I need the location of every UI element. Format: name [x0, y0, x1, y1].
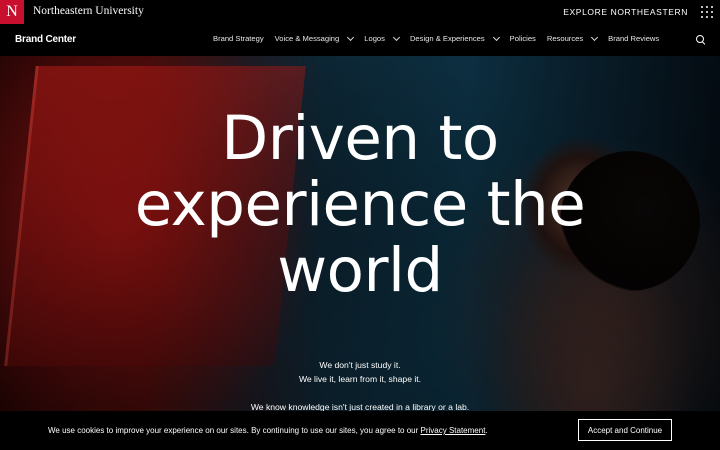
- nav-item-brand-strategy[interactable]: Brand Strategy: [213, 34, 264, 43]
- nav-item-logos[interactable]: Logos: [364, 33, 400, 43]
- chevron-down-icon: [492, 33, 500, 42]
- chevron-down-icon: [591, 33, 599, 42]
- privacy-statement-link[interactable]: Privacy Statement: [421, 426, 486, 435]
- headline-line: experience the: [134, 169, 586, 240]
- nav-item-voice-messaging[interactable]: Voice & Messaging: [274, 33, 355, 43]
- top-utility-bar: N Northeastern University EXPLORE NORTHE…: [0, 0, 720, 24]
- apps-grid-icon[interactable]: [701, 6, 713, 18]
- accept-and-continue-button[interactable]: Accept and Continue: [578, 419, 672, 441]
- main-navigation: Brand Center Brand Strategy Voice & Mess…: [0, 24, 720, 56]
- nav-menu: Brand Strategy Voice & Messaging Logos D…: [213, 33, 670, 43]
- chevron-down-icon: [347, 33, 355, 42]
- hero-subcopy: We don't just study it. We live it, lear…: [0, 358, 720, 414]
- subcopy-line: We live it, learn from it, shape it.: [298, 374, 422, 384]
- nav-item-brand-reviews[interactable]: Brand Reviews: [608, 34, 659, 43]
- nav-item-label: Brand Reviews: [608, 34, 660, 43]
- explore-northeastern-link[interactable]: EXPLORE NORTHEASTERN: [563, 7, 688, 17]
- search-icon[interactable]: [696, 35, 705, 44]
- hero-headline: Driven to experience the world: [0, 106, 720, 304]
- university-name-link[interactable]: Northeastern University: [33, 5, 144, 17]
- cookie-banner: We use cookies to improve your experienc…: [0, 411, 720, 450]
- nav-item-design-experiences[interactable]: Design & Experiences: [409, 33, 500, 43]
- cookie-text-end: .: [485, 426, 488, 435]
- nav-item-policies[interactable]: Policies: [510, 34, 536, 43]
- nav-item-label: Voice & Messaging: [274, 34, 340, 43]
- cookie-text: We use cookies to improve your experienc…: [48, 426, 421, 435]
- northeastern-logo[interactable]: N: [0, 0, 24, 24]
- headline-line: Driven to: [221, 103, 499, 174]
- logo-letter: N: [6, 3, 18, 20]
- nav-item-label: Brand Strategy: [213, 34, 264, 43]
- nav-item-label: Policies: [509, 34, 536, 43]
- chevron-down-icon: [392, 33, 400, 42]
- headline-line: world: [277, 235, 443, 306]
- brand-center-home-link[interactable]: Brand Center: [15, 34, 76, 45]
- nav-item-label: Logos: [364, 34, 385, 43]
- cookie-message: We use cookies to improve your experienc…: [48, 426, 488, 435]
- nav-item-label: Design & Experiences: [409, 34, 485, 43]
- subcopy-line: We don't just study it.: [319, 360, 401, 370]
- nav-item-resources[interactable]: Resources: [546, 33, 599, 43]
- nav-item-label: Resources: [546, 34, 584, 43]
